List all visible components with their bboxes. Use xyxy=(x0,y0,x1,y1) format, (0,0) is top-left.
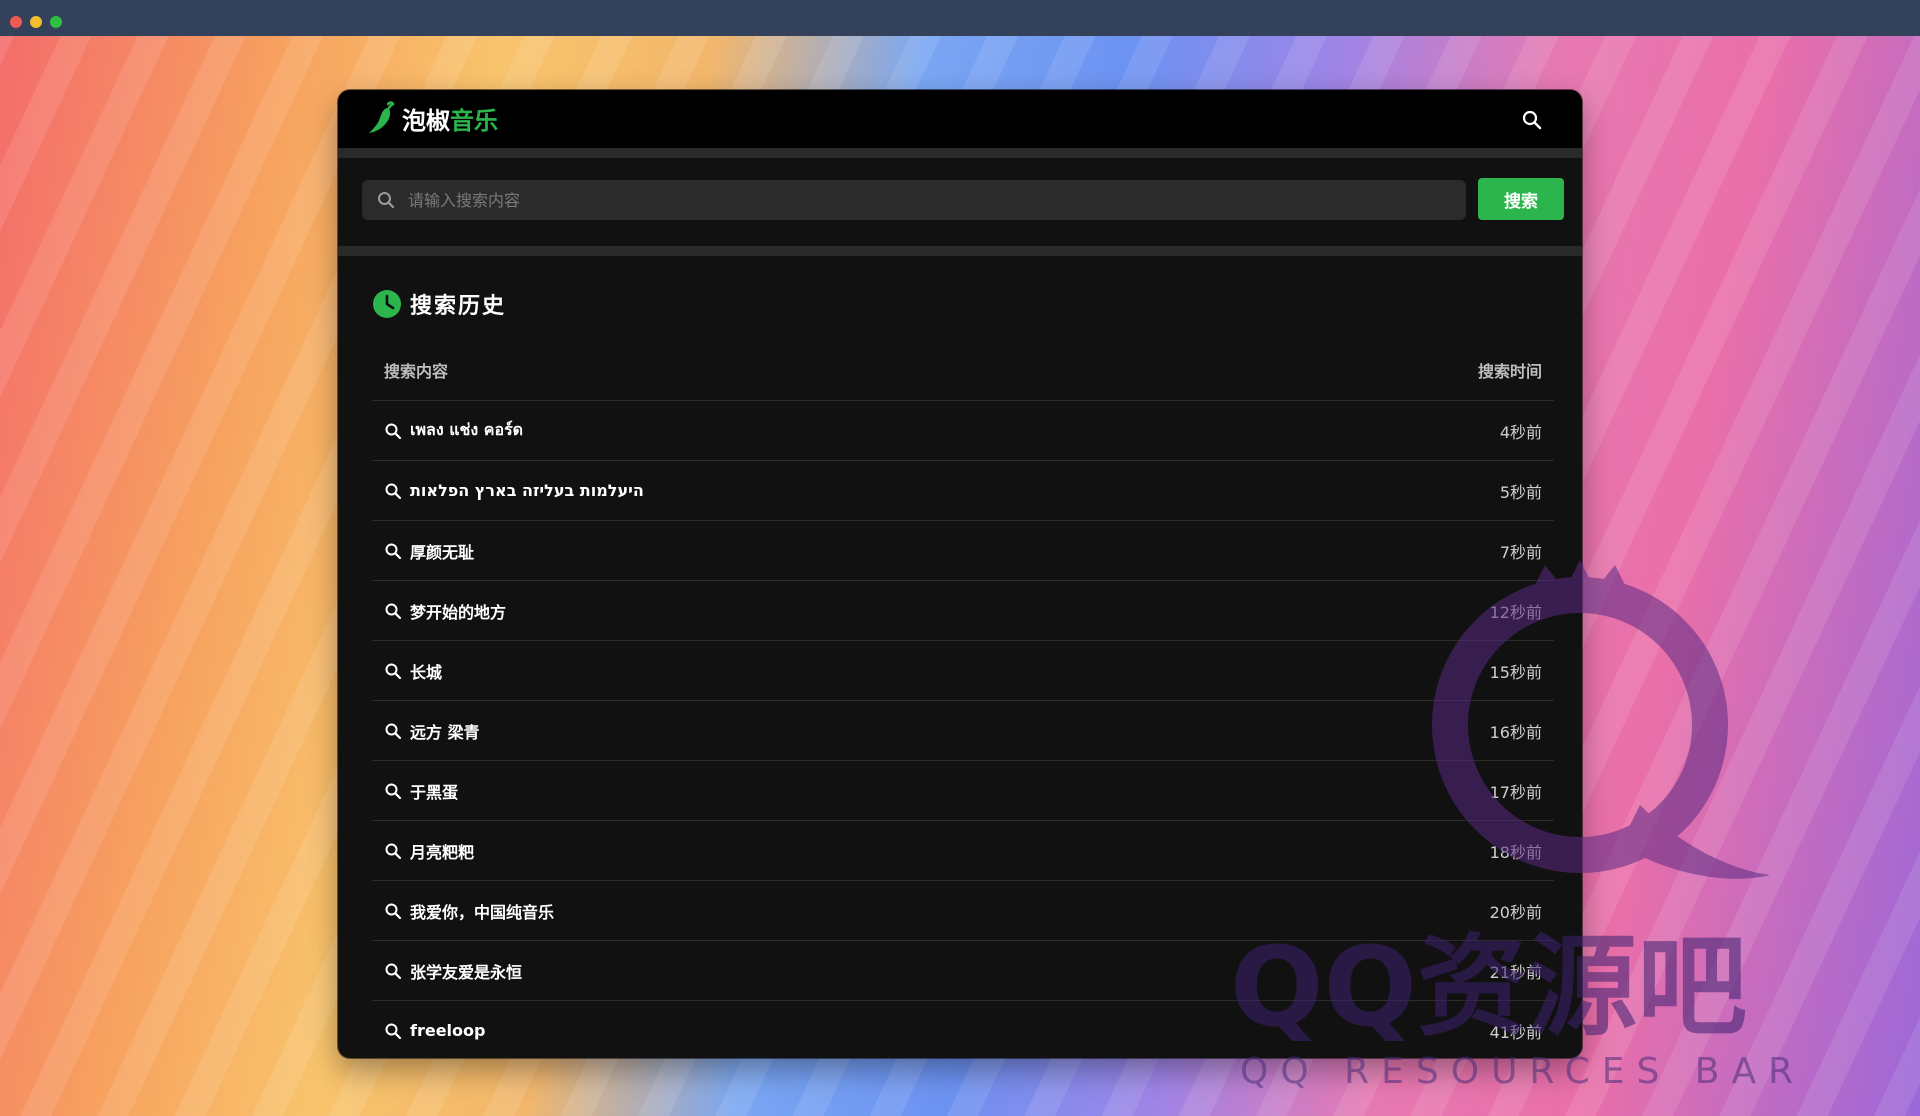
search-input[interactable] xyxy=(406,189,1466,211)
search-icon xyxy=(385,843,402,859)
history-query: 厚颜无耻 xyxy=(410,542,475,562)
history-time: 15秒前 xyxy=(1489,662,1542,682)
search-history-section: 搜索历史 搜索内容 搜索时间 เพลง แช่ง คอร์ด 4秒前 היעלמ… xyxy=(338,256,1582,1058)
watermark-logo-tail xyxy=(1620,805,1770,879)
table-row[interactable]: 我爱你，中国纯音乐 20秒前 xyxy=(372,881,1554,941)
app-name-part2: 音乐 xyxy=(450,106,498,135)
music-app-panel: 泡椒 音乐 搜索 搜索历史 搜索内容 搜索 xyxy=(338,90,1582,1058)
table-row[interactable]: 于黑蛋 17秒前 xyxy=(372,761,1554,821)
table-row[interactable]: 月亮粑粑 18秒前 xyxy=(372,821,1554,881)
history-query: 于黑蛋 xyxy=(410,782,459,802)
history-time: 5秒前 xyxy=(1499,482,1542,502)
history-time: 41秒前 xyxy=(1489,1022,1542,1042)
search-icon xyxy=(378,192,395,209)
history-query: 我爱你，中国纯音乐 xyxy=(410,902,555,922)
table-row[interactable]: 长城 15秒前 xyxy=(372,641,1554,701)
clock-icon xyxy=(373,290,401,318)
window-close-button[interactable] xyxy=(10,16,22,28)
history-table: 搜索内容 搜索时间 เพลง แช่ง คอร์ด 4秒前 היעלמות בע… xyxy=(372,340,1554,1058)
search-icon xyxy=(385,483,402,499)
history-time: 16秒前 xyxy=(1489,722,1542,742)
history-time: 7秒前 xyxy=(1499,542,1542,562)
app-name-part1: 泡椒 xyxy=(402,106,450,135)
table-row[interactable]: 远方 梁青 16秒前 xyxy=(372,701,1554,761)
table-row[interactable]: 厚颜无耻 7秒前 xyxy=(372,521,1554,581)
app-logo[interactable]: 泡椒 音乐 xyxy=(366,98,498,138)
history-time: 17秒前 xyxy=(1489,782,1542,802)
history-query: היעלמות בעליזה בארץ הפלאות xyxy=(410,481,644,500)
search-icon[interactable] xyxy=(1520,108,1544,132)
search-icon xyxy=(385,423,402,439)
search-icon xyxy=(385,903,402,919)
history-query: เพลง แช่ง คอร์ด xyxy=(410,420,524,439)
search-icon xyxy=(385,543,402,559)
history-query: 长城 xyxy=(410,662,443,682)
table-row[interactable]: เพลง แช่ง คอร์ด 4秒前 xyxy=(372,401,1554,461)
history-time: 4秒前 xyxy=(1499,422,1542,442)
table-row[interactable]: 张学友爱是永恒 21秒前 xyxy=(372,941,1554,1001)
search-icon xyxy=(385,783,402,799)
table-row[interactable]: freeloop 41秒前 xyxy=(372,1001,1554,1058)
window-minimize-button[interactable] xyxy=(30,16,42,28)
search-icon xyxy=(385,603,402,619)
chili-pepper-icon xyxy=(369,101,395,133)
history-time: 21秒前 xyxy=(1489,962,1542,982)
history-heading: 搜索历史 xyxy=(372,288,506,320)
search-bar: 搜索 xyxy=(338,158,1582,256)
history-time: 20秒前 xyxy=(1489,902,1542,922)
history-query: 远方 梁青 xyxy=(410,722,480,742)
table-row[interactable]: היעלמות בעליזה בארץ הפלאות 5秒前 xyxy=(372,461,1554,521)
window-titlebar xyxy=(0,0,1920,36)
window-zoom-button[interactable] xyxy=(50,16,62,28)
table-header: 搜索内容 搜索时间 xyxy=(372,340,1554,401)
history-query: 月亮粑粑 xyxy=(410,842,475,862)
search-field[interactable] xyxy=(362,180,1466,220)
app-header: 泡椒 音乐 xyxy=(338,90,1582,158)
search-button[interactable]: 搜索 xyxy=(1478,178,1564,220)
history-query: freeloop xyxy=(410,1021,486,1040)
history-query: 梦开始的地方 xyxy=(410,602,507,622)
table-row[interactable]: 梦开始的地方 12秒前 xyxy=(372,581,1554,641)
history-query: 张学友爱是永恒 xyxy=(410,962,523,982)
column-header-content: 搜索内容 xyxy=(384,362,449,381)
search-icon xyxy=(385,1023,402,1039)
search-icon xyxy=(385,663,402,679)
search-icon xyxy=(385,723,402,739)
history-time: 18秒前 xyxy=(1489,842,1542,862)
history-title: 搜索历史 xyxy=(410,294,507,319)
history-time: 12秒前 xyxy=(1489,602,1542,622)
search-icon xyxy=(385,963,402,979)
column-header-time: 搜索时间 xyxy=(1477,362,1542,381)
